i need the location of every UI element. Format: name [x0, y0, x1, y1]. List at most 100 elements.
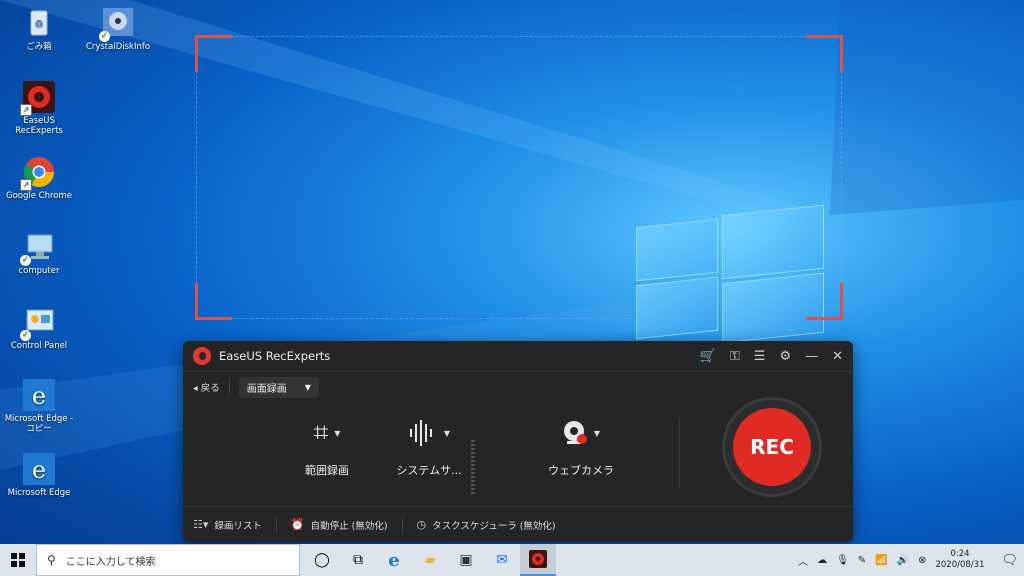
- desktop-icon-computer[interactable]: ✓ computer: [1, 230, 77, 276]
- taskbar: ⚲ ここに入力して検索 ◯ ⧉ e ▰ ▣ ✉ ︿ ☁ 🎙 ✎ 📶 🔊 ⊗ 0:…: [0, 544, 1024, 576]
- check-icon: ✓: [20, 330, 31, 341]
- region-handle-top-right[interactable]: [806, 35, 843, 72]
- taskbar-clock[interactable]: 0:24 2020/08/31: [935, 549, 984, 571]
- shortcut-arrow-icon: ↗: [20, 179, 32, 191]
- start-button[interactable]: [0, 544, 36, 576]
- svg-text:♻: ♻: [35, 19, 44, 30]
- taskbar-mail[interactable]: ✉: [484, 544, 520, 576]
- shortcut-arrow-icon: ↗: [20, 104, 32, 116]
- cortana-circle-icon: ◯: [314, 552, 330, 568]
- check-icon: ✓: [99, 31, 110, 42]
- onedrive-cloud-icon[interactable]: ☁: [817, 555, 827, 566]
- microphone-icon[interactable]: 🎙: [836, 555, 849, 566]
- task-scheduler-button[interactable]: ◷ タスクスケジューラ (無効化): [417, 518, 556, 532]
- chevron-down-icon: ▼: [304, 382, 311, 392]
- recording-list-button[interactable]: ☷▾ 録画リスト: [193, 518, 262, 532]
- desktop-icon-label: computer: [18, 266, 60, 276]
- desktop-icon-label: EaseUS RecExperts: [15, 116, 63, 136]
- recycle-bin-icon: ♻: [22, 6, 56, 40]
- edge-icon: e: [22, 452, 56, 486]
- recexperts-icon: ↗: [20, 80, 56, 116]
- menu-icon[interactable]: ☰: [754, 349, 766, 364]
- svg-text:e: e: [32, 382, 46, 410]
- minimize-icon[interactable]: —: [805, 349, 818, 364]
- recording-list-label: 録画リスト: [214, 520, 262, 532]
- desktop-icon-label: Google Chrome: [5, 191, 73, 201]
- webcam-icon: [563, 421, 587, 444]
- svg-text:e: e: [32, 456, 46, 484]
- region-handle-bottom-right[interactable]: [806, 283, 843, 320]
- taskbar-edge[interactable]: e: [376, 544, 412, 576]
- back-button[interactable]: ◂ 戻る: [193, 380, 220, 394]
- sound-wave-icon: [409, 420, 432, 446]
- search-icon: ⚲: [47, 553, 56, 567]
- close-icon[interactable]: ✕: [832, 349, 843, 364]
- desktop-icon-control-panel[interactable]: ✓ Control Panel: [1, 305, 77, 351]
- list-icon: ☷▾: [193, 518, 209, 531]
- desktop-icon-label: Microsoft Edge: [7, 488, 71, 498]
- clock-icon: ◷: [416, 518, 427, 531]
- desktop-icon-label: ごみ箱: [26, 42, 52, 52]
- taskbar-file-explorer[interactable]: ▰: [412, 544, 448, 576]
- clock-date: 2020/08/31: [935, 560, 985, 570]
- notification-icon[interactable]: 🗨: [1001, 553, 1018, 568]
- check-icon: ✓: [20, 255, 31, 266]
- app-logo-icon: [193, 347, 211, 365]
- chevron-down-icon: ▼: [334, 428, 341, 438]
- rec-button-label: REC: [733, 408, 811, 486]
- desktop-icon-label: CrystalDiskInfo: [85, 42, 151, 52]
- desktop-icon-google-chrome[interactable]: ↗ Google Chrome: [1, 155, 77, 201]
- mode-dropdown[interactable]: 画面録画 ▼: [238, 376, 319, 398]
- task-scheduler-label: タスクスケジューラ (無効化): [432, 520, 556, 532]
- footer-divider: [401, 516, 403, 533]
- recexperts-window: EaseUS RecExperts 🛒 ⚿ ☰ ⚙ — ✕ ◂ 戻る 画面録画 …: [183, 341, 853, 542]
- desktop-icon-crystaldiskinfo[interactable]: ✓ CrystalDiskInfo: [80, 6, 156, 52]
- pen-icon[interactable]: ✎: [858, 555, 866, 566]
- title-bar[interactable]: EaseUS RecExperts 🛒 ⚿ ☰ ⚙ — ✕: [183, 341, 853, 372]
- edge-icon: e: [22, 378, 56, 412]
- task-view-icon: ⧉: [353, 552, 363, 568]
- auto-stop-button[interactable]: ⏰ 自動停止 (無効化): [291, 518, 388, 532]
- rec-button[interactable]: REC: [722, 397, 822, 497]
- recording-region[interactable]: [195, 35, 843, 320]
- chevron-down-icon: ▼: [443, 428, 451, 438]
- webcam-button[interactable]: ▼ ウェブカメラ: [521, 412, 641, 478]
- cortana-button[interactable]: ◯: [304, 544, 340, 576]
- ime-disabled-icon[interactable]: ⊗: [918, 555, 926, 566]
- settings-gear-icon[interactable]: ⚙: [779, 349, 791, 364]
- mode-dropdown-label: 画面録画: [246, 383, 287, 395]
- volume-icon[interactable]: 🔊: [897, 555, 909, 566]
- region-handle-bottom-left[interactable]: [195, 283, 232, 320]
- desktop-icon-easeus-recexperts[interactable]: ↗ EaseUS RecExperts: [1, 80, 77, 136]
- wifi-icon[interactable]: 📶: [875, 555, 887, 566]
- desktop-icon-recycle-bin[interactable]: ♻ ごみ箱: [1, 6, 77, 52]
- mail-icon: ✉: [496, 552, 508, 568]
- taskbar-store[interactable]: ▣: [448, 544, 484, 576]
- footer-divider: [275, 516, 277, 533]
- chrome-icon: ↗: [20, 155, 56, 191]
- control-panel-icon: ✓: [20, 305, 56, 341]
- desktop-icon-edge[interactable]: e Microsoft Edge: [1, 452, 77, 498]
- toolbar-divider: [228, 379, 230, 395]
- crop-icon: ⌗: [313, 417, 329, 448]
- clock-time: 0:24: [950, 549, 970, 559]
- taskbar-recexperts[interactable]: [520, 544, 556, 576]
- rec-divider: [679, 418, 680, 488]
- desktop-icon-label: Microsoft Edge - コピー: [4, 414, 74, 434]
- chevron-up-icon[interactable]: ︿: [798, 553, 808, 568]
- recexperts-icon: [529, 550, 547, 568]
- taskbar-search-input[interactable]: ⚲ ここに入力して検索: [36, 544, 300, 576]
- key-icon[interactable]: ⚿: [730, 349, 740, 364]
- computer-icon: ✓: [20, 230, 56, 266]
- windows-start-icon: [11, 553, 25, 567]
- folder-icon: ▰: [424, 552, 436, 568]
- desktop-icon-edge-copy[interactable]: e Microsoft Edge - コピー: [1, 378, 77, 434]
- desktop-icon-label: Control Panel: [10, 341, 68, 351]
- crystaldiskinfo-icon: ✓: [99, 6, 135, 42]
- cart-icon[interactable]: 🛒: [700, 349, 716, 364]
- task-view-button[interactable]: ⧉: [340, 544, 376, 576]
- audio-level-meter: [471, 440, 475, 495]
- region-handle-top-left[interactable]: [195, 35, 232, 72]
- app-title: EaseUS RecExperts: [219, 349, 331, 363]
- chevron-down-icon: ▼: [593, 428, 601, 438]
